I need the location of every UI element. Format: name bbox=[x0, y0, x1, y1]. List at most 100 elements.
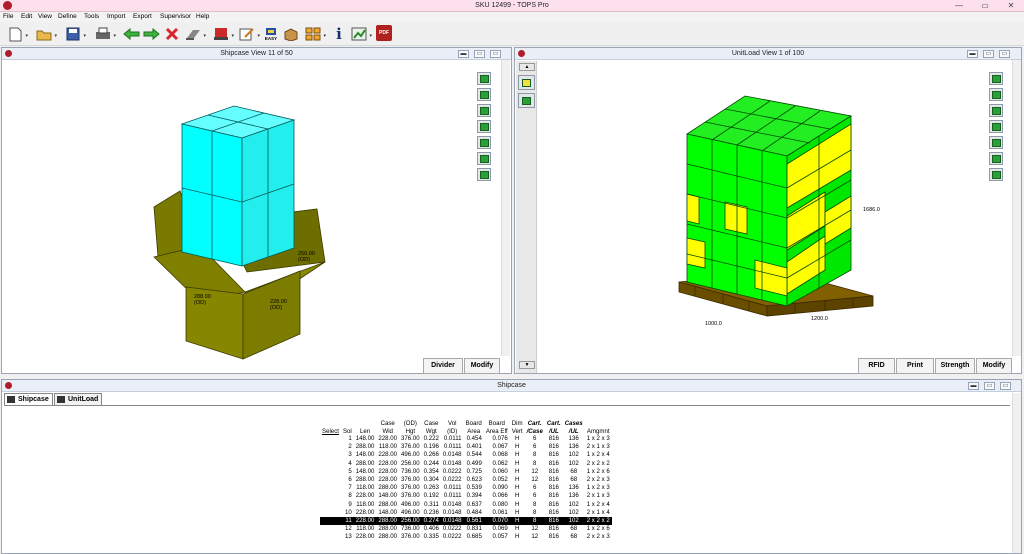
tab-shipcase[interactable]: Shipcase bbox=[4, 393, 53, 405]
panel-maximize-button[interactable]: ▭ bbox=[490, 50, 501, 58]
top-view-tool[interactable] bbox=[477, 104, 491, 117]
menu-tools[interactable]: Tools bbox=[84, 13, 99, 20]
table-cell: 118.00 bbox=[356, 500, 375, 508]
menu-import[interactable]: Import bbox=[107, 13, 125, 20]
maximize-button[interactable]: ▭ bbox=[972, 0, 998, 11]
table-cell: 0.070 bbox=[483, 517, 510, 526]
header-sol: Sol bbox=[342, 427, 352, 435]
panel-restore-button[interactable]: ▭ bbox=[983, 50, 994, 58]
table-cell: 0.062 bbox=[492, 459, 508, 467]
panel-restore-button[interactable]: ▭ bbox=[474, 50, 485, 58]
table-cell: 0.0111 bbox=[443, 484, 462, 492]
unitload-scrollbar[interactable] bbox=[1012, 60, 1021, 356]
new-file-icon[interactable]: ▾ bbox=[6, 25, 28, 43]
table-cell: 496.00 bbox=[401, 508, 420, 516]
table-cell: 0.274 bbox=[421, 517, 441, 526]
menu-supervisor[interactable]: Supervisor bbox=[160, 13, 191, 20]
cad-tool[interactable] bbox=[989, 120, 1003, 133]
arrangement-icon[interactable]: ▾ bbox=[304, 25, 326, 43]
rotate-tool[interactable] bbox=[989, 88, 1003, 101]
pdf-icon[interactable]: PDF bbox=[376, 25, 392, 41]
shipcase-view-titlebar: Shipcase View 11 of 50 ▬ ▭ ▭ bbox=[2, 48, 511, 60]
tab-unitload[interactable]: UnitLoad bbox=[54, 393, 102, 405]
table-cell: H bbox=[514, 435, 520, 442]
unitload-modify-button[interactable]: Modify bbox=[976, 358, 1012, 374]
scroll-up-button[interactable]: ▲ bbox=[519, 63, 535, 71]
print-button[interactable]: Print bbox=[896, 358, 934, 374]
table-cell: 376.00 bbox=[401, 435, 420, 442]
menu-file[interactable]: File bbox=[3, 13, 13, 20]
table-row[interactable]: 5 148.00 228.00 736.00 0.354 0.0222 0.725 0.060… bbox=[320, 468, 612, 476]
layer-tool[interactable] bbox=[989, 136, 1003, 149]
cad-tool[interactable] bbox=[477, 120, 491, 133]
forward-arrow-icon[interactable] bbox=[142, 25, 160, 43]
table-row[interactable]: 6 288.00 228.00 376.00 0.304 0.0222 0.623 0.052… bbox=[320, 476, 612, 484]
panel-restore-button[interactable]: ▭ bbox=[984, 382, 995, 390]
table-row[interactable]: 3 148.00 228.00 496.00 0.266 0.0148 0.544 0.068… bbox=[320, 451, 612, 459]
menu-help[interactable]: Help bbox=[196, 13, 209, 20]
table-row[interactable]: 10 228.00 148.00 496.00 0.236 0.0148 0.484 0.06… bbox=[320, 509, 612, 517]
top-view-tool[interactable] bbox=[989, 104, 1003, 117]
edit-notes-icon[interactable]: ▾ bbox=[238, 25, 260, 43]
table-row[interactable]: 4 288.00 228.00 256.00 0.244 0.0148 0.499 0.062… bbox=[320, 460, 612, 468]
pencil-tool[interactable] bbox=[477, 152, 491, 165]
table-cell: 496.00 bbox=[401, 451, 420, 459]
table-cell: 68 bbox=[570, 476, 578, 484]
shipcase-scrollbar[interactable] bbox=[501, 60, 510, 356]
layer-view-tool[interactable] bbox=[518, 75, 535, 90]
info-icon[interactable]: i bbox=[330, 25, 348, 43]
table-row[interactable]: 9 118.00 288.00 496.00 0.311 0.0148 0.637 0.080… bbox=[320, 501, 612, 509]
shipcase-table: Select Sol Len Case Wid (OD) Hgt Case Wgt V… bbox=[320, 420, 612, 542]
easy-icon[interactable]: EASY bbox=[262, 25, 280, 43]
cases-icon[interactable] bbox=[282, 25, 300, 43]
pencil-tool[interactable] bbox=[989, 152, 1003, 165]
view-down-tool[interactable] bbox=[989, 72, 1003, 85]
delete-icon[interactable] bbox=[163, 25, 181, 43]
panel-maximize-button[interactable]: ▭ bbox=[1000, 382, 1011, 390]
export-chart-icon[interactable]: ▾ bbox=[350, 25, 372, 43]
table-row[interactable]: 13 228.00 288.00 376.00 0.335 0.0222 0.685 0.05… bbox=[320, 533, 612, 541]
view-down-tool[interactable] bbox=[477, 72, 491, 85]
grid-view-tool[interactable] bbox=[518, 93, 535, 108]
panel-minimize-button[interactable]: ▬ bbox=[967, 50, 978, 58]
table-cell: 1 x 2 x 6 bbox=[586, 525, 610, 533]
save-icon[interactable]: ▾ bbox=[64, 25, 86, 43]
shipcase-modify-button[interactable]: Modify bbox=[464, 358, 500, 374]
back-arrow-icon[interactable] bbox=[122, 25, 140, 43]
menu-view[interactable]: View bbox=[38, 13, 52, 20]
panel-maximize-button[interactable]: ▭ bbox=[999, 50, 1010, 58]
open-folder-icon[interactable]: ▾ bbox=[35, 25, 57, 43]
table-scrollbar[interactable] bbox=[1012, 393, 1021, 553]
menu-edit[interactable]: Edit bbox=[21, 13, 32, 20]
scroll-down-button[interactable]: ▼ bbox=[519, 361, 535, 369]
table-row[interactable]: 11 228.00 288.00 256.00 0.274 0.0148 0.561 0.07… bbox=[320, 517, 612, 526]
table-cell: 0.052 bbox=[492, 476, 508, 484]
pallet-icon[interactable]: ▾ bbox=[212, 25, 234, 43]
table-row[interactable]: 1 148.00 228.00 376.00 0.222 0.0111 0.454 0.076… bbox=[320, 435, 612, 443]
table-cell: 8 bbox=[524, 517, 545, 526]
rfid-button[interactable]: RFID bbox=[858, 358, 895, 374]
rotate-tool[interactable] bbox=[477, 88, 491, 101]
table-cell: 136 bbox=[568, 435, 579, 442]
menu-define[interactable]: Define bbox=[58, 13, 77, 20]
table-row[interactable]: 7 118.00 288.00 376.00 0.263 0.0111 0.539 0.090… bbox=[320, 484, 612, 492]
table-row[interactable]: 8 228.00 148.00 376.00 0.192 0.0111 0.394 0.066… bbox=[320, 492, 612, 500]
table-cell: 2 x 1 x 3 bbox=[586, 492, 610, 500]
table-row[interactable]: 12 118.00 288.00 736.00 0.406 0.0222 0.831 0.06… bbox=[320, 525, 612, 533]
unitload-cases bbox=[685, 95, 853, 307]
strength-button[interactable]: Strength bbox=[935, 358, 975, 374]
eraser-icon[interactable]: ▾ bbox=[184, 25, 206, 43]
table-cell: 0.0222 bbox=[442, 476, 462, 484]
layer-tool[interactable] bbox=[477, 136, 491, 149]
table-row[interactable]: 2 288.00 118.00 376.00 0.196 0.0111 0.401 0.067… bbox=[320, 443, 612, 451]
print-icon[interactable]: ▾ bbox=[94, 25, 116, 43]
menu-export[interactable]: Export bbox=[133, 13, 152, 20]
pa-tool[interactable] bbox=[477, 168, 491, 181]
divider-button[interactable]: Divider bbox=[423, 358, 463, 374]
minimize-button[interactable]: — bbox=[946, 0, 972, 11]
table-cell: 2 x 2 x 3 bbox=[586, 476, 610, 484]
panel-minimize-button[interactable]: ▬ bbox=[968, 382, 979, 390]
close-button[interactable]: ✕ bbox=[998, 0, 1024, 11]
panel-minimize-button[interactable]: ▬ bbox=[458, 50, 469, 58]
pa-tool[interactable] bbox=[989, 168, 1003, 181]
